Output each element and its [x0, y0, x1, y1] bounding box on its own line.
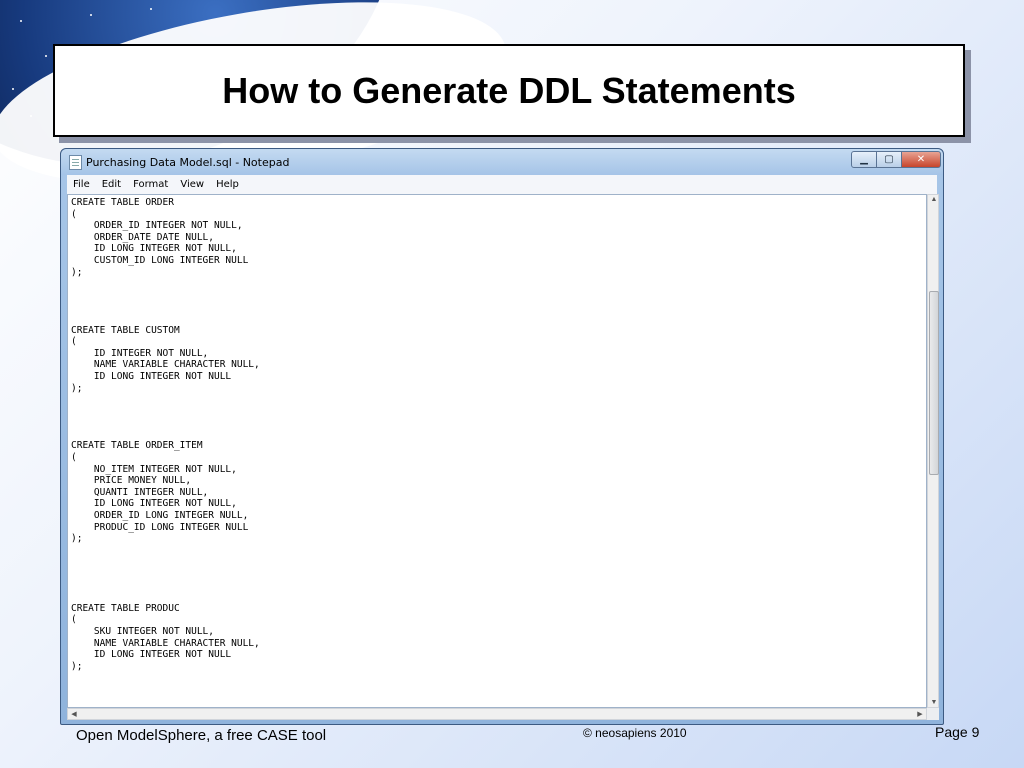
star-decoration	[90, 14, 92, 16]
menu-view[interactable]: View	[174, 179, 210, 190]
star-decoration	[150, 8, 152, 10]
scroll-up-arrow-icon[interactable]: ▲	[928, 196, 940, 203]
star-decoration	[12, 88, 14, 90]
slide-title: How to Generate DDL Statements	[222, 69, 796, 111]
scroll-down-arrow-icon[interactable]: ▼	[928, 699, 940, 706]
text-editor-area[interactable]: CREATE TABLE ORDER ( ORDER_ID INTEGER NO…	[67, 194, 927, 708]
notepad-window: Purchasing Data Model.sql - Notepad ▁ ▢ …	[60, 148, 944, 725]
scroll-left-arrow-icon[interactable]: ◀	[68, 710, 80, 718]
horizontal-scrollbar[interactable]: ◀ ▶	[67, 708, 927, 720]
page-number: Page 9	[935, 724, 980, 740]
notepad-document-icon	[69, 155, 82, 170]
star-decoration	[30, 115, 32, 117]
resize-grip[interactable]	[927, 708, 939, 720]
window-title: Purchasing Data Model.sql - Notepad	[86, 156, 290, 169]
footer-left-text: Open ModelSphere, a free CASE tool	[76, 727, 327, 744]
star-decoration	[20, 20, 22, 22]
footer-copyright: © neosapiens 2010	[583, 726, 687, 740]
window-titlebar[interactable]: Purchasing Data Model.sql - Notepad ▁ ▢ …	[61, 149, 943, 175]
menu-edit[interactable]: Edit	[96, 179, 127, 190]
menu-format[interactable]: Format	[127, 179, 174, 190]
slide-title-box: How to Generate DDL Statements	[53, 44, 965, 137]
minimize-button[interactable]: ▁	[851, 151, 877, 168]
sql-code-text: CREATE TABLE ORDER ( ORDER_ID INTEGER NO…	[71, 197, 260, 672]
menu-help[interactable]: Help	[210, 179, 245, 190]
close-button[interactable]: ✕	[901, 151, 941, 168]
menu-bar: File Edit Format View Help	[67, 175, 937, 195]
scroll-right-arrow-icon[interactable]: ▶	[914, 710, 926, 718]
menu-file[interactable]: File	[67, 179, 96, 190]
maximize-button[interactable]: ▢	[876, 151, 902, 168]
vertical-scroll-thumb[interactable]	[929, 291, 939, 475]
star-decoration	[45, 55, 47, 57]
vertical-scrollbar[interactable]: ▲ ▼	[927, 194, 939, 708]
